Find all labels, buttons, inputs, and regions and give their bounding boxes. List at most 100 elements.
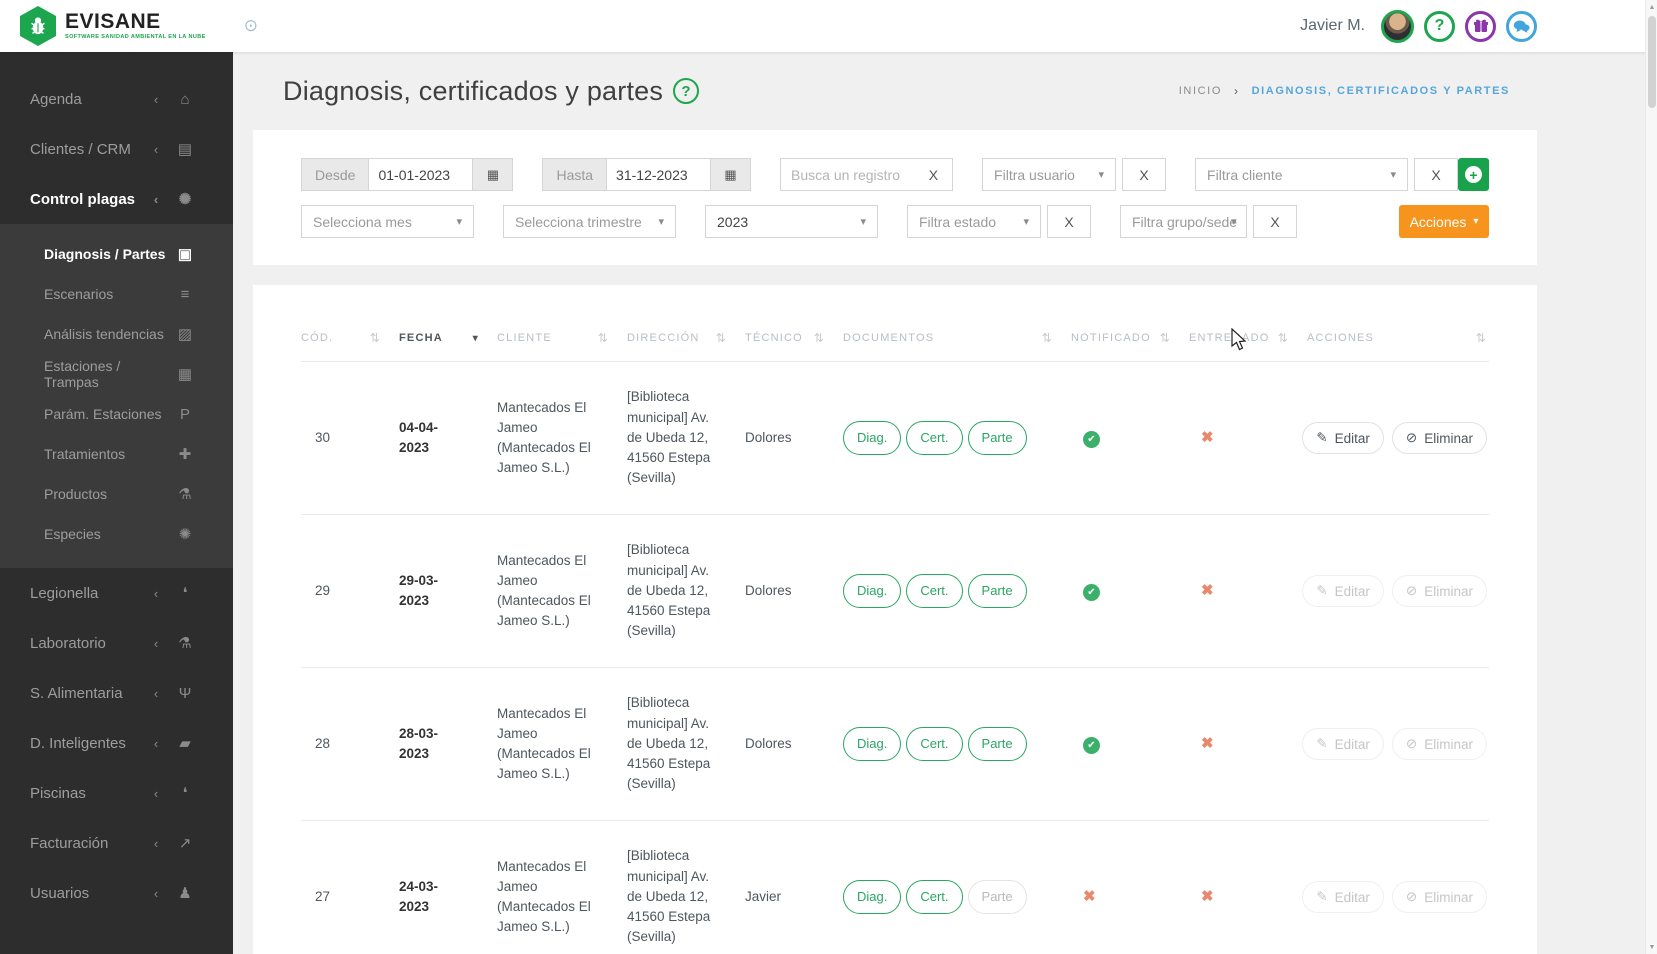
filter-group-site-select[interactable]: Filtra grupo/sede ▾ [1120, 205, 1247, 238]
column-header-tecnico[interactable]: TÉCNICO ⇅ [745, 331, 825, 345]
calendar-icon[interactable]: ▦ [473, 158, 514, 191]
sidebar-item-especies[interactable]: Especies ✺ [0, 514, 233, 554]
doc-badge-cert[interactable]: Cert. [906, 727, 963, 761]
sort-icon[interactable]: ⇅ [1042, 331, 1053, 345]
sort-icon[interactable]: ⇅ [716, 331, 727, 345]
sidebar-item-estaciones-trampas[interactable]: Estaciones / Trampas ▦ [0, 354, 233, 394]
cross-icon: ✖ [1201, 581, 1214, 599]
sidebar-item-facturaci-n[interactable]: Facturación ‹ ↗ [0, 818, 233, 868]
month-select[interactable]: Selecciona mes ▾ [301, 205, 474, 238]
column-header-fecha[interactable]: FECHA ▾ [399, 332, 479, 344]
filter-client-clear-button[interactable]: X [1414, 158, 1459, 191]
doc-badge-cert[interactable]: Cert. [906, 421, 963, 455]
add-record-button[interactable]: + [1458, 158, 1489, 191]
delete-button[interactable]: ⊘ Eliminar [1391, 575, 1487, 607]
date-from-input[interactable] [369, 158, 474, 191]
page-help-icon[interactable]: ? [673, 78, 700, 104]
search-input[interactable] [781, 166, 915, 183]
sidebar-item-productos[interactable]: Productos ⚗ [0, 474, 233, 514]
column-header-notificado[interactable]: NOTIFICADO ⇅ [1071, 331, 1171, 345]
column-header-cliente[interactable]: CLIENTE ⇅ [497, 331, 609, 345]
brand-logo[interactable]: EVISANE SOFTWARE SANIDAD AMBIENTAL EN LA… [20, 6, 206, 46]
filter-user-select[interactable]: Filtra usuario ▾ [982, 158, 1117, 191]
search-clear-button[interactable]: X [915, 167, 952, 183]
filter-status-clear-button[interactable]: X [1047, 205, 1091, 238]
help-icon[interactable]: ? [1424, 10, 1455, 42]
sidebar-item-an-lisis-tendencias[interactable]: Análisis tendencias ▨ [0, 314, 233, 354]
sort-icon[interactable]: ⇅ [1476, 331, 1487, 345]
sidebar-item-usuarios[interactable]: Usuarios ‹ ♟ [0, 868, 233, 918]
sort-icon[interactable]: ⇅ [370, 331, 381, 345]
delete-button[interactable]: ⊘ Eliminar [1391, 728, 1487, 760]
scroll-up-icon[interactable]: ▲ [1646, 0, 1657, 14]
user-avatar[interactable] [1381, 9, 1414, 43]
sidebar-item-diagnosis-partes[interactable]: Diagnosis / Partes ▣ [0, 234, 233, 274]
edit-button[interactable]: ✎ Editar [1302, 575, 1384, 607]
edit-button[interactable]: ✎ Editar [1302, 728, 1384, 760]
user-name[interactable]: Javier M. [1300, 17, 1365, 35]
delete-button[interactable]: ⊘ Eliminar [1391, 881, 1487, 913]
column-header-acciones[interactable]: ACCIONES ⇅ [1307, 331, 1487, 345]
sort-icon[interactable]: ⇅ [1160, 331, 1171, 345]
date-to-input[interactable] [607, 158, 712, 191]
edit-button[interactable]: ✎ Editar [1302, 422, 1384, 454]
doc-badge-parte[interactable]: Parte [967, 727, 1027, 761]
filter-status-select[interactable]: Filtra estado ▾ [907, 205, 1041, 238]
sidebar-item-piscinas[interactable]: Piscinas ‹ ❛ [0, 768, 233, 818]
filter-client-select[interactable]: Filtra cliente ▾ [1195, 158, 1409, 191]
scroll-down-icon[interactable]: ▼ [1646, 940, 1657, 954]
sort-icon[interactable]: ⇅ [1278, 331, 1289, 345]
column-header-documentos[interactable]: DOCUMENTOS ⇅ [843, 331, 1053, 345]
vertical-scrollbar[interactable]: ▲ ▼ [1645, 0, 1657, 954]
doc-badge-diag[interactable]: Diag. [843, 880, 902, 914]
edit-icon: ✎ [1316, 736, 1328, 751]
breadcrumb-separator-icon: › [1233, 84, 1240, 98]
sort-desc-icon[interactable]: ▾ [473, 333, 479, 344]
row-code: 27 [315, 888, 331, 904]
year-select[interactable]: 2023 ▾ [705, 205, 878, 238]
scrollbar-thumb[interactable] [1648, 16, 1656, 108]
doc-badge-parte[interactable]: Parte [967, 574, 1027, 608]
doc-badge-parte[interactable]: Parte [967, 421, 1027, 455]
sidebar-item-escenarios[interactable]: Escenarios ≡ [0, 274, 233, 314]
check-circle-icon: ✔ [1083, 430, 1100, 448]
sidebar-item-legionella[interactable]: Legionella ‹ ❛ [0, 568, 233, 618]
sidebar-item-d-inteligentes[interactable]: D. Inteligentes ‹ ▰ [0, 718, 233, 768]
sort-icon[interactable]: ⇅ [598, 331, 609, 345]
brand-name: EVISANE [65, 10, 161, 34]
chat-icon[interactable] [1506, 10, 1537, 42]
column-header-entregado[interactable]: ENTREGADO ⇅ [1189, 331, 1289, 345]
acciones-button[interactable]: Acciones ▾ [1399, 205, 1489, 238]
quarter-select[interactable]: Selecciona trimestre ▾ [503, 205, 676, 238]
doc-badge-cert[interactable]: Cert. [906, 574, 963, 608]
filter-user-clear-button[interactable]: X [1122, 158, 1167, 191]
doc-badge-diag[interactable]: Diag. [843, 727, 902, 761]
sidebar-item-clientes-crm[interactable]: Clientes / CRM ‹ ▤ [0, 124, 233, 174]
sidebar-toggle-icon[interactable]: ⊙ [244, 16, 258, 36]
sidebar-item-par-m-estaciones[interactable]: Parám. Estaciones P [0, 394, 233, 434]
sidebar-item-s-alimentaria[interactable]: S. Alimentaria ‹ Ψ [0, 668, 233, 718]
column-header-direccion[interactable]: DIRECCIÓN ⇅ [627, 331, 727, 345]
filter-group-site-clear-button[interactable]: X [1253, 205, 1297, 238]
column-header-cod[interactable]: CÓD. ⇅ [301, 331, 381, 345]
doc-badge-diag[interactable]: Diag. [843, 421, 902, 455]
row-client: Mantecados El Jameo (Mantecados El Jameo… [497, 858, 591, 935]
calendar-icon[interactable]: ▦ [711, 158, 752, 191]
sidebar-item-tratamientos[interactable]: Tratamientos ✚ [0, 434, 233, 474]
doc-badge-diag[interactable]: Diag. [843, 574, 902, 608]
sidebar-item-agenda[interactable]: Agenda ‹ ⌂ [0, 74, 233, 124]
table-row: 30 04-04-2023 Mantecados El Jameo (Mante… [301, 361, 1489, 514]
notified-status-icon: ✔ [1071, 581, 1171, 601]
sidebar-item-laboratorio[interactable]: Laboratorio ‹ ⚗ [0, 618, 233, 668]
doc-badge-cert[interactable]: Cert. [906, 880, 963, 914]
sort-icon[interactable]: ⇅ [814, 331, 825, 345]
breadcrumb-home[interactable]: INICIO [1179, 85, 1222, 97]
edit-button[interactable]: ✎ Editar [1302, 881, 1384, 913]
delete-button[interactable]: ⊘ Eliminar [1391, 422, 1487, 454]
gift-icon[interactable] [1465, 10, 1496, 42]
sidebar-item-control-plagas[interactable]: Control plagas ‹ ✺ [0, 174, 233, 224]
edit-icon: ✎ [1316, 889, 1328, 904]
search-box: X [780, 158, 954, 191]
row-address: [Biblioteca municipal] Av. de Ubeda 12, … [627, 542, 711, 639]
doc-badge-parte[interactable]: Parte [967, 880, 1027, 914]
